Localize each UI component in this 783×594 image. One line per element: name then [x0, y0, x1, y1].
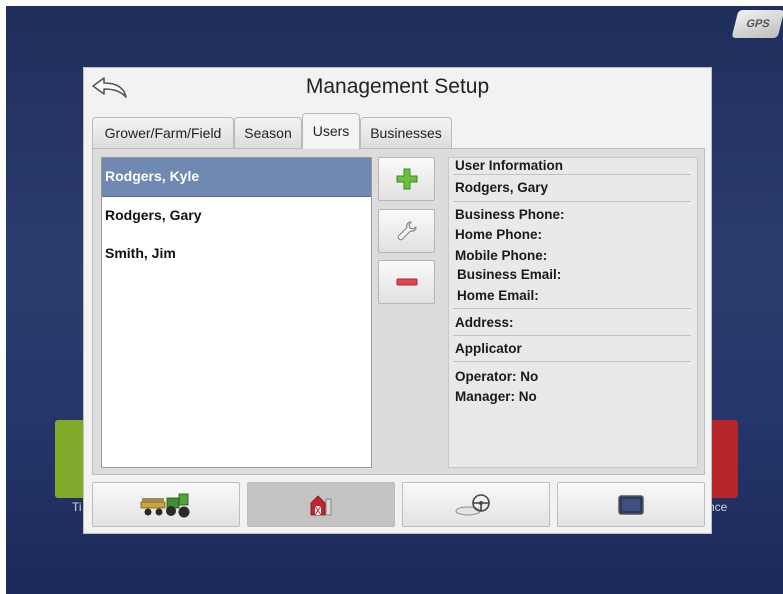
business-phone-label: Business Phone:	[455, 207, 565, 222]
tab-businesses[interactable]: Businesses	[360, 117, 452, 148]
address-label: Address:	[455, 315, 514, 330]
minus-icon	[396, 278, 417, 286]
nav-guidance-button[interactable]	[402, 482, 550, 527]
user-list-item[interactable]: Rodgers, Gary	[102, 197, 371, 235]
edit-user-button[interactable]	[378, 209, 435, 253]
gps-status-badge: GPS	[731, 10, 783, 38]
tractor-implement-icon	[140, 493, 190, 517]
divider	[453, 308, 691, 309]
manager-status: Manager: No	[455, 389, 537, 404]
user-information-panel: User Information Rodgers, Gary Business …	[448, 157, 698, 468]
steering-wheel-icon	[455, 493, 490, 515]
home-phone-label: Home Phone:	[455, 227, 543, 242]
home-tile-left-label: Ti	[72, 500, 82, 514]
barn-icon	[310, 494, 332, 515]
nav-management-button[interactable]	[247, 482, 395, 527]
tab-grower-farm-field[interactable]: Grower/Farm/Field	[92, 117, 234, 148]
mobile-phone-label: Mobile Phone:	[455, 248, 548, 263]
user-list-item[interactable]: Smith, Jim	[102, 235, 371, 273]
users-panel: Rodgers, Kyle Rodgers, Gary Smith, Jim U…	[92, 148, 705, 475]
business-email-label: Business Email:	[457, 267, 562, 282]
user-list-item-selected[interactable]: Rodgers, Kyle	[102, 158, 371, 197]
applicator-label: Applicator	[455, 341, 522, 356]
tab-season[interactable]: Season	[234, 117, 302, 148]
nav-equipment-button[interactable]	[92, 482, 240, 527]
display-icon	[618, 494, 644, 515]
tab-users[interactable]: Users	[302, 113, 360, 149]
operator-status: Operator: No	[455, 369, 539, 384]
add-user-button[interactable]	[378, 157, 435, 201]
dialog-title: Management Setup	[305, 75, 490, 98]
bottom-navigation-bar	[92, 482, 705, 528]
wrench-icon	[397, 221, 417, 241]
divider	[453, 335, 691, 336]
divider	[453, 361, 691, 362]
plus-icon	[396, 168, 417, 190]
user-info-heading: User Information	[455, 158, 564, 173]
user-info-name: Rodgers, Gary	[455, 180, 549, 195]
user-list[interactable]: Rodgers, Kyle Rodgers, Gary Smith, Jim	[101, 157, 372, 468]
home-email-label: Home Email:	[457, 288, 539, 303]
remove-user-button[interactable]	[378, 260, 435, 304]
divider	[453, 174, 691, 175]
nav-display-button[interactable]	[557, 482, 705, 527]
dialog-titlebar: Management Setup	[84, 68, 711, 106]
management-setup-dialog: Management Setup Grower/Farm/Field Seaso…	[83, 67, 712, 534]
divider	[453, 201, 691, 202]
